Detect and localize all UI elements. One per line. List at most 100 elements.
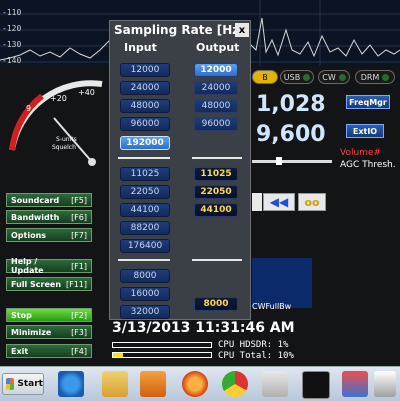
cwfullbw-label[interactable]: CWFullBw — [252, 302, 291, 311]
divider — [192, 259, 242, 261]
windows-logo-icon — [6, 378, 15, 390]
mode-label: B — [262, 72, 268, 82]
date-time-display: 3/13/2013 11:31:46 AM — [112, 320, 295, 336]
input-rate-button[interactable]: 96000 — [120, 117, 170, 131]
taskbar: Start — [0, 366, 400, 401]
button-label: Exit — [11, 346, 29, 356]
command-prompt-icon[interactable] — [302, 371, 330, 399]
button-shortcut: [F2] — [71, 310, 87, 320]
output-rate-button[interactable]: 44100 — [194, 203, 238, 217]
extio-button[interactable]: ExtIO — [346, 124, 384, 138]
output-rate-button[interactable]: 96000 — [194, 117, 238, 131]
db-label: -110 — [2, 8, 22, 17]
cpu-total-bar — [112, 352, 212, 358]
button-label: Bandwidth — [11, 212, 60, 222]
sampling-rate-dialog: Sampling Rate [Hz] x Input Output 12000 … — [109, 20, 251, 320]
soundcard-button[interactable]: Soundcard [F5] — [6, 193, 92, 207]
volume-slider[interactable] — [252, 157, 332, 165]
output-rate-button[interactable]: 8000 — [194, 297, 238, 311]
paint-icon[interactable] — [262, 371, 288, 397]
freqmgr-button[interactable]: FreqMgr — [346, 95, 390, 109]
meter-scale-label: 9 — [26, 104, 32, 113]
input-rate-button[interactable]: 12000 — [120, 63, 170, 77]
minimize-button[interactable]: Minimize [F3] — [6, 325, 92, 339]
cpu-hdsdr-text: CPU HDSDR: 1% — [218, 340, 289, 350]
firefox-icon[interactable] — [182, 371, 208, 397]
stop-button[interactable]: Stop [F2] — [6, 308, 92, 322]
divider — [118, 259, 170, 261]
input-rate-button[interactable]: 44100 — [120, 203, 170, 217]
mode-label: USB — [283, 72, 301, 82]
output-rate-button[interactable]: 24000 — [194, 81, 238, 95]
input-rate-button[interactable]: 32000 — [120, 305, 170, 319]
button-label: Help / Update — [11, 257, 44, 275]
loop-icon: oo — [304, 195, 320, 209]
cpu-total-text: CPU Total: 10% — [218, 351, 294, 361]
media-player-icon[interactable] — [140, 371, 166, 397]
button-label: Stop — [11, 310, 32, 320]
mode-usb-button[interactable]: USB — [280, 70, 314, 84]
lo-frequency-display[interactable]: 1,028 — [256, 92, 326, 117]
input-rate-button[interactable]: 24000 — [120, 81, 170, 95]
led-icon — [338, 73, 346, 81]
mode-drm-button[interactable]: DRM — [355, 70, 395, 84]
s-meter[interactable]: +20 +40 9 S-units Squelch — [2, 70, 112, 180]
button-label: Soundcard — [11, 195, 60, 205]
hdsdr-icon[interactable] — [374, 371, 396, 397]
button-label: Options — [11, 230, 47, 240]
mode-cw-button[interactable]: CW — [318, 70, 350, 84]
button-shortcut: [F5] — [71, 195, 87, 205]
options-button[interactable]: Options [F7] — [6, 228, 92, 242]
full-screen-button[interactable]: Full Screen [F11] — [6, 277, 92, 291]
input-rate-button[interactable]: 88200 — [120, 221, 170, 235]
input-rate-button-selected[interactable]: 192000 — [120, 136, 170, 150]
button-label: Minimize — [11, 327, 52, 337]
network-icon[interactable] — [342, 371, 368, 397]
rewind-button[interactable]: ◀◀ — [263, 193, 295, 211]
mode-label: CW — [322, 72, 336, 82]
tune-frequency-display[interactable]: 9,600 — [256, 122, 326, 147]
close-button[interactable]: x — [235, 23, 249, 37]
cpu-hdsdr-bar — [112, 342, 212, 348]
exit-button[interactable]: Exit [F4] — [6, 344, 92, 358]
input-rate-button[interactable]: 176400 — [120, 239, 170, 253]
mode-b-button[interactable]: B — [252, 70, 278, 84]
divider — [192, 157, 242, 159]
playback-control-edge[interactable] — [252, 193, 262, 211]
output-rate-button[interactable]: 48000 — [194, 99, 238, 113]
internet-explorer-icon[interactable] — [58, 371, 84, 397]
info-panel — [252, 258, 312, 308]
dialog-title: Sampling Rate [Hz] — [114, 23, 245, 37]
help-update-button[interactable]: Help / Update [F1] — [6, 257, 92, 275]
db-label: -120 — [2, 24, 22, 33]
input-header: Input — [124, 41, 157, 54]
button-shortcut: [F3] — [71, 327, 87, 337]
cpu-total-fill — [113, 353, 123, 357]
db-label: -130 — [2, 40, 22, 49]
file-explorer-icon[interactable] — [102, 371, 128, 397]
loop-button[interactable]: oo — [298, 193, 326, 211]
start-label: Start — [17, 379, 43, 389]
button-shortcut: [F7] — [71, 230, 87, 240]
meter-scale-label: +40 — [78, 88, 95, 97]
bandwidth-button[interactable]: Bandwidth [F6] — [6, 210, 92, 224]
led-icon — [382, 73, 390, 81]
volume-label: Volume# — [340, 148, 382, 158]
chrome-icon[interactable] — [222, 371, 248, 397]
output-rate-button[interactable]: 22050 — [194, 185, 238, 199]
input-rate-button[interactable]: 22050 — [120, 185, 170, 199]
rewind-icon: ◀◀ — [269, 195, 289, 209]
input-rate-button[interactable]: 11025 — [120, 167, 170, 181]
output-rate-button[interactable]: 11025 — [194, 167, 238, 181]
start-button[interactable]: Start — [2, 373, 44, 395]
input-rate-button[interactable]: 16000 — [120, 287, 170, 301]
meter-caption: S-units — [56, 136, 77, 143]
mode-label: DRM — [360, 72, 380, 82]
output-rate-button-selected[interactable]: 12000 — [194, 63, 238, 77]
volume-slider-thumb[interactable] — [276, 157, 282, 165]
button-shortcut: [F4] — [71, 346, 87, 356]
button-shortcut: [F1] — [71, 261, 87, 271]
input-rate-button[interactable]: 8000 — [120, 269, 170, 283]
db-label: -140 — [2, 56, 22, 65]
input-rate-button[interactable]: 48000 — [120, 99, 170, 113]
